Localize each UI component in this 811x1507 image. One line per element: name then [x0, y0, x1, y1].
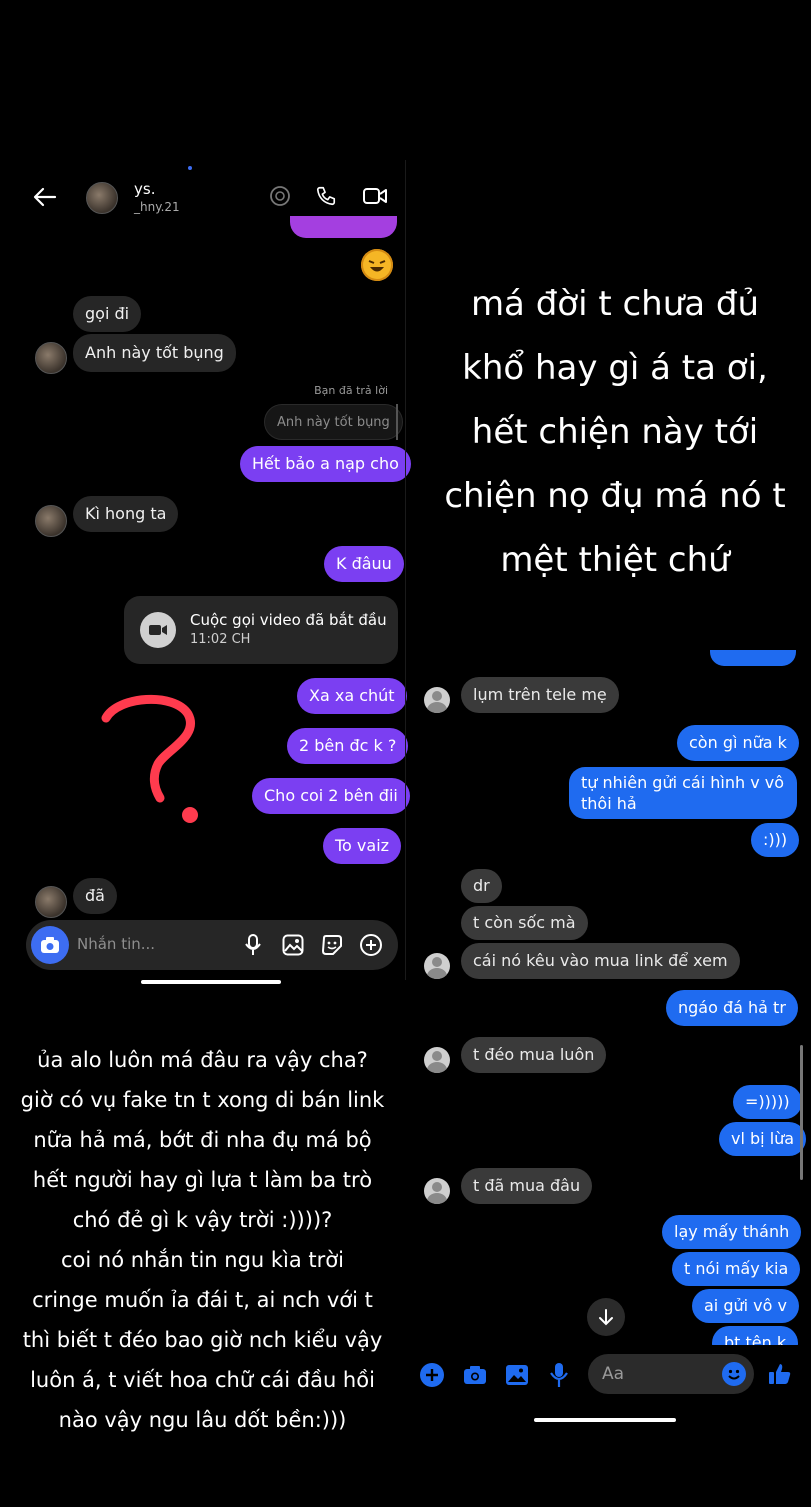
message-input-placeholder: Aa: [602, 1364, 625, 1384]
replied-label: Bạn đã trả lời: [314, 384, 388, 397]
avatar[interactable]: [86, 182, 118, 214]
back-arrow-icon[interactable]: [30, 182, 60, 212]
call-title: Cuộc gọi video đã bắt đầu: [190, 611, 387, 629]
caption-line: cringe muốn ỉa đái t, ai nch với t: [32, 1288, 373, 1312]
home-indicator: [141, 980, 281, 984]
contact-name[interactable]: ys.: [134, 180, 155, 198]
message-line: thôi hả: [581, 794, 637, 813]
home-indicator: [534, 1418, 676, 1422]
caption-line: chiện nọ đụ má nó t: [444, 476, 786, 516]
message-incoming[interactable]: gọi đi: [73, 296, 142, 332]
sticker-icon[interactable]: [319, 932, 345, 958]
message-incoming[interactable]: Kì hong ta: [73, 496, 179, 532]
caption-line: nào vậy ngu lâu dốt bền:))): [58, 1408, 347, 1432]
message-input-placeholder[interactable]: Nhắn tin...: [77, 935, 155, 953]
avatar: [424, 1047, 450, 1073]
message-incoming[interactable]: cái nó kêu vào mua link để xem: [461, 943, 740, 979]
caption-line: luôn á, t viết hoa chữ cái đầu hồi: [30, 1368, 375, 1392]
message-cut-off-wrap: bt tên k: [706, 1326, 798, 1345]
caption-line: thì biết t đéo bao giờ nch kiểu vậy: [22, 1328, 383, 1352]
caption-line: hết chiện này tới: [471, 412, 759, 452]
message-incoming[interactable]: t đã mua đâu: [461, 1168, 593, 1204]
message-outgoing[interactable]: K đâuu: [324, 546, 404, 582]
caption-line: giờ có vụ fake tn t xong di bán link: [20, 1088, 385, 1112]
video-camera-icon: [140, 612, 176, 648]
message-outgoing[interactable]: vl bị lừa: [719, 1122, 807, 1156]
message-outgoing[interactable]: ai gửi vô v: [692, 1289, 799, 1323]
caption-line: nữa hả má, bớt đi nha đụ má bộ: [33, 1128, 372, 1152]
message-outgoing[interactable]: Hết bảo a nạp cho: [240, 446, 411, 482]
emoji-icon[interactable]: [722, 1362, 746, 1386]
left-chat-screenshot: ys. _hny.21 gọi đi Anh này tốt bụng Bạn …: [0, 160, 411, 990]
avatar: [35, 342, 67, 374]
message-incoming[interactable]: t đéo mua luôn: [461, 1037, 607, 1073]
scrollbar[interactable]: [800, 1045, 803, 1180]
message-incoming[interactable]: đã: [73, 878, 117, 914]
caption-line: hết người hay gì lựa t làm ba trò: [32, 1168, 373, 1192]
message-cut-off: [290, 216, 397, 238]
message-composer[interactable]: Nhắn tin...: [26, 920, 398, 970]
message-outgoing[interactable]: Xa xa chút: [297, 678, 407, 714]
video-call-icon[interactable]: [360, 182, 390, 210]
status-dot: [188, 166, 192, 170]
message-incoming[interactable]: dr: [461, 869, 502, 903]
message-outgoing[interactable]: =))))): [733, 1085, 802, 1119]
caption-line: coi nó nhắn tin ngu kìa trời: [61, 1248, 344, 1272]
message-outgoing[interactable]: ngáo đá hả tr: [666, 990, 798, 1026]
laughing-emoji-icon: [361, 249, 393, 281]
left-caption: ủa alo luôn má đâu ra vậy cha? giờ có vụ…: [0, 1040, 405, 1440]
right-caption: má đời t chưa đủ khổ hay gì á ta ơi, hết…: [420, 272, 810, 592]
right-chat-screenshot: lụm trên tele mẹ còn gì nữa k tự nhiên g…: [406, 650, 811, 1440]
message-incoming[interactable]: lụm trên tele mẹ: [461, 677, 619, 713]
question-mark-drawing: [96, 690, 206, 830]
effects-icon[interactable]: [266, 182, 294, 210]
message-outgoing[interactable]: Cho coi 2 bên đii: [252, 778, 410, 814]
thumbs-up-icon[interactable]: [766, 1360, 794, 1388]
avatar: [424, 687, 450, 713]
avatar: [424, 953, 450, 979]
message-incoming[interactable]: Anh này tốt bụng: [73, 334, 236, 372]
caption-line: má đời t chưa đủ: [470, 284, 760, 324]
avatar: [424, 1178, 450, 1204]
replied-quote[interactable]: Anh này tốt bụng: [264, 404, 403, 440]
scroll-down-icon[interactable]: [587, 1298, 625, 1336]
caption-line: mệt thiệt chứ: [500, 540, 730, 580]
message-outgoing[interactable]: To vaiz: [323, 828, 402, 864]
message-input[interactable]: Aa: [588, 1354, 754, 1394]
message-outgoing[interactable]: 2 bên đc k ?: [287, 728, 409, 764]
video-call-card[interactable]: Cuộc gọi video đã bắt đầu 11:02 CH: [124, 596, 398, 664]
message-cut-off: [710, 650, 796, 666]
message-outgoing[interactable]: bt tên k: [712, 1326, 798, 1345]
message-outgoing[interactable]: lạy mấy thánh: [662, 1215, 802, 1249]
camera-icon[interactable]: [31, 926, 69, 964]
caption-line: chó đẻ gì k vậy trời :))))?: [72, 1208, 333, 1232]
gallery-icon[interactable]: [504, 1363, 530, 1387]
message-line: tự nhiên gửi cái hình v vô: [581, 773, 785, 792]
call-time: 11:02 CH: [190, 632, 251, 647]
contact-handle: _hny.21: [134, 200, 180, 214]
message-outgoing[interactable]: còn gì nữa k: [677, 725, 799, 761]
caption-line: ủa alo luôn má đâu ra vậy cha?: [37, 1048, 368, 1072]
avatar: [35, 886, 67, 918]
avatar: [35, 505, 67, 537]
message-outgoing[interactable]: :))): [751, 823, 800, 857]
plus-circle-icon[interactable]: [358, 932, 384, 958]
plus-icon[interactable]: [420, 1363, 444, 1387]
camera-icon[interactable]: [462, 1363, 488, 1387]
reply-bar: [396, 404, 398, 440]
message-outgoing[interactable]: tự nhiên gửi cái hình v vô thôi hả: [569, 767, 797, 819]
caption-line: khổ hay gì á ta ơi,: [462, 348, 768, 388]
phone-icon[interactable]: [312, 182, 340, 210]
microphone-icon[interactable]: [547, 1361, 571, 1389]
message-outgoing[interactable]: t nói mấy kia: [672, 1252, 801, 1286]
gallery-icon[interactable]: [280, 932, 306, 958]
microphone-icon[interactable]: [240, 932, 266, 958]
message-incoming[interactable]: t còn sốc mà: [461, 906, 588, 940]
